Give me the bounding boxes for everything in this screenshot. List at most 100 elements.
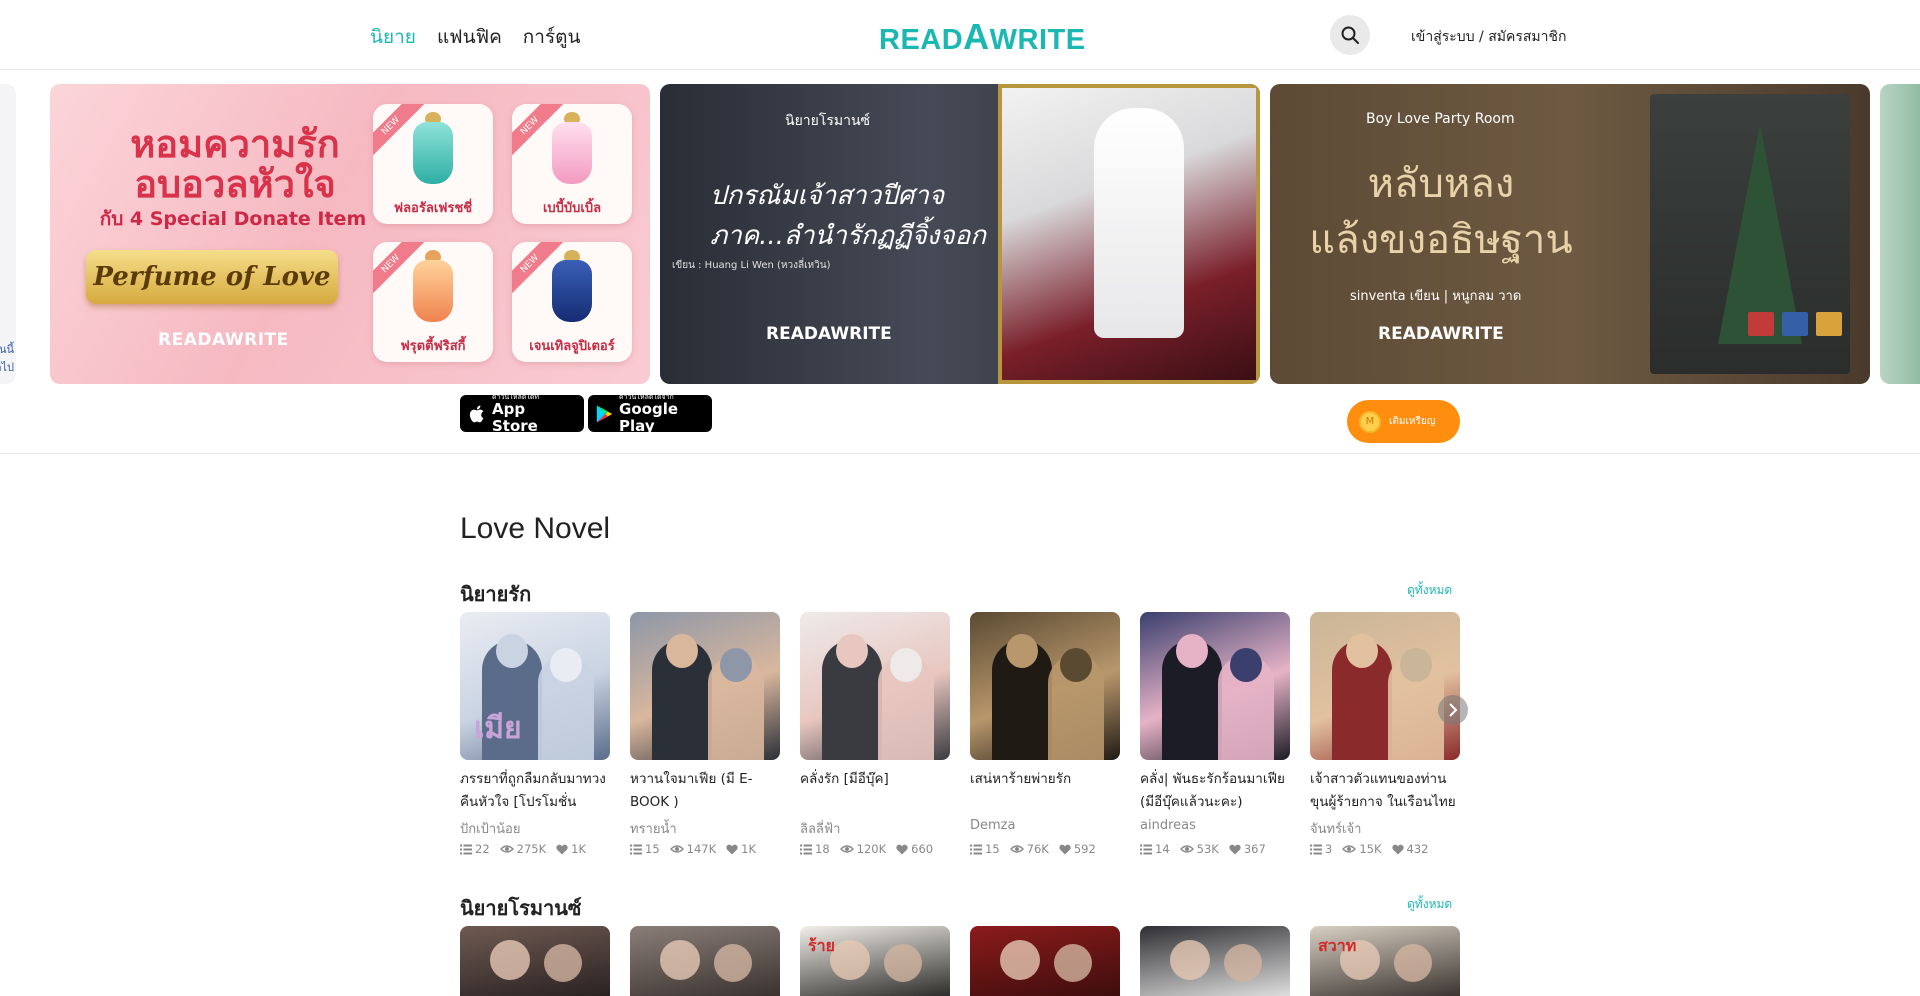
banner2-tag: นิยายโรมานซ์ xyxy=(785,113,871,129)
banner1-title-line1: หอมความรัก xyxy=(130,122,340,166)
book-cover[interactable] xyxy=(970,612,1120,760)
book-card[interactable]: เจ้าสาวตัวแทนของท่านขุนผู้ร้ายกาจ ในเรือ… xyxy=(1310,612,1460,856)
cover-figure-head xyxy=(666,634,698,668)
chevron-right-icon xyxy=(1449,703,1458,717)
book-title[interactable]: คลั่ง| พันธะรักร้อนมาเฟีย (มีอีบุ๊คแล้วน… xyxy=(1140,768,1290,814)
cover-figure xyxy=(884,944,922,982)
logo-write: WRITE xyxy=(989,24,1086,56)
book-title[interactable]: คลั่งรัก [มีอีบุ๊ค] xyxy=(800,768,950,814)
banner2-brand: READAWRITE xyxy=(766,324,892,344)
likes-heart-icon xyxy=(896,844,908,854)
like-count: 1K xyxy=(741,842,756,856)
book-card[interactable]: คลั่งรัก [มีอีบุ๊ค] ลิลลี่ฟ้า 18 120K 660 xyxy=(800,612,950,856)
likes-heart-icon xyxy=(556,844,568,854)
app-store-badge[interactable]: ดาวน์โหลดได้ที่ App Store xyxy=(460,393,584,435)
cover-figure-head xyxy=(1060,648,1092,682)
book-cover[interactable] xyxy=(1140,926,1290,996)
chapter-list-icon xyxy=(460,844,472,854)
christmas-tree-icon xyxy=(1718,124,1802,344)
banner-prev-partial[interactable]: ย้อนนี้ ถัดไป xyxy=(0,84,16,384)
app-store-label: App Store xyxy=(491,399,538,435)
chapter-count: 3 xyxy=(1325,842,1333,856)
carousel-next-button[interactable] xyxy=(1438,695,1468,725)
book-cover[interactable] xyxy=(800,612,950,760)
book-title[interactable]: หวานใจมาเฟีย (มี E-BOOK ) xyxy=(630,768,780,814)
banner-fox-bride[interactable]: นิยายโรมานซ์ ปกรณัมเจ้าสาวปีศาจ ภาค...ลำ… xyxy=(660,84,1260,384)
book-cover[interactable]: เมีย xyxy=(460,612,610,760)
book-card[interactable]: เสน่หาร้ายพ่ายรัก Demza 15 76K 592 xyxy=(970,612,1120,856)
cover-figure-head xyxy=(496,634,528,668)
cover-figure-head xyxy=(836,634,868,668)
chapter-list-icon xyxy=(1140,844,1152,854)
cover-figure-head xyxy=(890,648,922,682)
chapter-count: 22 xyxy=(475,842,490,856)
book-card[interactable]: เมียภรรยาที่ถูกลืมกลับมาทวงคืนหัวใจ [โปร… xyxy=(460,612,610,856)
top-up-label: เติมเหรียญ xyxy=(1389,416,1436,427)
banner2-title-line2: ภาค...ลำนำรักฏฏีจิ้งจอก xyxy=(710,221,986,251)
banner-perfume-of-love[interactable]: หอมความรัก อบอวลหัวใจ กับ 4 Special Dona… xyxy=(50,84,650,384)
top-up-coin-button[interactable]: M เติมเหรียญ xyxy=(1347,400,1460,443)
book-cover[interactable] xyxy=(1140,612,1290,760)
book-cover[interactable] xyxy=(460,926,610,996)
book-stats: 14 53K 367 xyxy=(1140,842,1290,856)
banner-boy-love-party[interactable]: Boy Love Party Room หลับหลง แล้งขงอธิษฐา… xyxy=(1270,84,1870,384)
chapter-count: 15 xyxy=(985,842,1000,856)
cover-title-text: สวาท xyxy=(1318,936,1357,955)
book-author[interactable]: จันทร์เจ้า xyxy=(1310,818,1460,838)
book-card[interactable]: หวานใจมาเฟีย (มี E-BOOK ) ทรายน้ำ 15 147K 1K xyxy=(630,612,780,856)
google-play-label: Google Play xyxy=(619,399,679,435)
view-count: 76K xyxy=(1026,842,1049,856)
chapter-count: 14 xyxy=(1155,842,1170,856)
likes-heart-icon xyxy=(1229,844,1241,854)
nav-fanfic[interactable]: แฟนฟิค xyxy=(437,22,502,52)
book-stats: 18 120K 660 xyxy=(800,842,950,856)
cover-figure xyxy=(714,944,752,982)
book-title[interactable]: เสน่หาร้ายพ่ายรัก xyxy=(970,768,1120,814)
book-cover[interactable]: ร้าย xyxy=(800,926,950,996)
banner1-subtitle: กับ 4 Special Donate Item xyxy=(99,208,367,230)
book-author[interactable]: Demza xyxy=(970,818,1120,838)
search-button[interactable] xyxy=(1330,15,1370,55)
google-play-badge[interactable]: ดาวน์โหลดได้จาก Google Play xyxy=(588,393,712,435)
book-stats: 15 147K 1K xyxy=(630,842,780,856)
book-cover[interactable] xyxy=(970,926,1120,996)
likes-heart-icon xyxy=(726,844,738,854)
book-title[interactable]: ภรรยาที่ถูกลืมกลับมาทวงคืนหัวใจ [โปรโมชั… xyxy=(460,768,610,814)
book-cover[interactable] xyxy=(1310,612,1460,760)
banner3-tag: Boy Love Party Room xyxy=(1366,111,1515,127)
gift-icon xyxy=(1816,312,1842,336)
view-count: 53K xyxy=(1196,842,1219,856)
book-author[interactable]: ทรายน้ำ xyxy=(630,818,780,838)
banner2-author: เขียน : Huang Li Wen (หวงลี่เหวิน) xyxy=(672,260,831,271)
donate-item-card: NEW เบบี้บับเบิ้ล xyxy=(512,104,632,224)
gift-icon xyxy=(1748,312,1774,336)
book-author[interactable]: ปักเป้าน้อย xyxy=(460,818,610,838)
nav-cartoon[interactable]: การ์ตูน xyxy=(523,22,581,52)
banner2-artwork xyxy=(998,84,1260,384)
chapter-list-icon xyxy=(1310,844,1322,854)
nav-novel[interactable]: นิยาย xyxy=(370,22,416,52)
cover-figure-head xyxy=(1346,634,1378,668)
see-all-love-link[interactable]: ดูทั้งหมด xyxy=(1407,581,1452,600)
cover-figure xyxy=(1000,940,1040,980)
book-author[interactable]: ลิลลี่ฟ้า xyxy=(800,818,950,838)
views-eye-icon xyxy=(1179,845,1194,853)
cover-figure-head xyxy=(1176,634,1208,668)
views-eye-icon xyxy=(669,845,684,853)
book-cover[interactable] xyxy=(630,612,780,760)
see-all-romance-link[interactable]: ดูทั้งหมด xyxy=(1407,895,1452,914)
book-card[interactable]: คลั่ง| พันธะรักร้อนมาเฟีย (มีอีบุ๊คแล้วน… xyxy=(1140,612,1290,856)
login-register-link[interactable]: เข้าสู่ระบบ / สมัครสมาชิก xyxy=(1411,26,1566,48)
book-title[interactable]: เจ้าสาวตัวแทนของท่านขุนผู้ร้ายกาจ ในเรือ… xyxy=(1310,768,1460,814)
top-navigation-bar: นิยาย แฟนฟิค การ์ตูน READAWRITE เข้าสู่ร… xyxy=(0,0,1920,70)
book-author[interactable]: aindreas xyxy=(1140,818,1290,838)
category-title-love: นิยายรัก xyxy=(460,582,532,606)
site-logo[interactable]: READAWRITE xyxy=(879,16,1086,58)
book-stats: 3 15K 432 xyxy=(1310,842,1460,856)
banner2-title: ปกรณัมเจ้าสาวปีศาจ ภาค...ลำนำรักฏฏีจิ้งจ… xyxy=(710,176,986,256)
book-cover[interactable] xyxy=(630,926,780,996)
book-cover[interactable]: สวาท xyxy=(1310,926,1460,996)
book-stats: 15 76K 592 xyxy=(970,842,1120,856)
chapter-count: 18 xyxy=(815,842,830,856)
banner-next-partial[interactable] xyxy=(1880,84,1920,384)
